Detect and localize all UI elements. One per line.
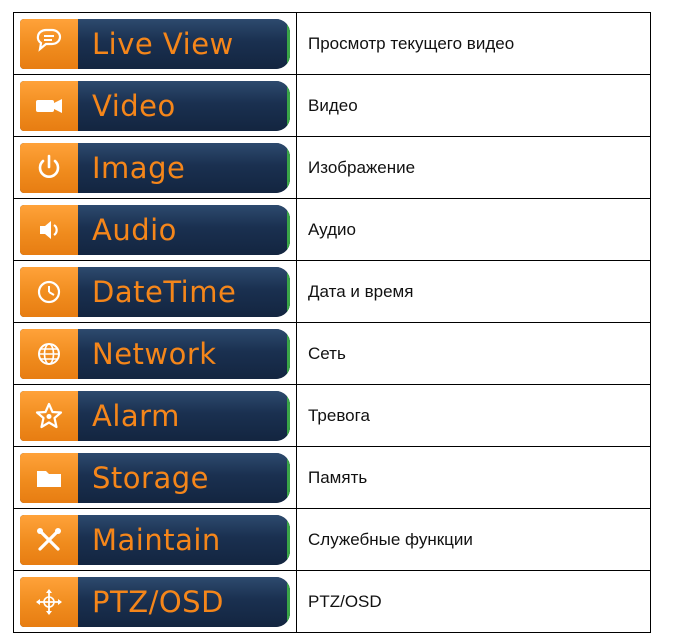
description-cell: Дата и время	[296, 260, 651, 323]
description-cell: Память	[296, 446, 651, 509]
tools-icon	[37, 527, 61, 551]
table-row: Maintain Служебные функции	[13, 508, 651, 571]
network-button[interactable]: Network	[20, 328, 290, 379]
video-button[interactable]: Video	[20, 80, 290, 131]
description-cell: Аудио	[296, 198, 651, 261]
table-row: Image Изображение	[13, 136, 651, 199]
image-button[interactable]: Image	[20, 142, 290, 193]
button-label: Storage	[78, 452, 290, 503]
description-cell: Сеть	[296, 322, 651, 385]
button-label: Maintain	[78, 514, 290, 565]
description-cell: Служебные функции	[296, 508, 651, 571]
chat-bubble-icon	[36, 28, 62, 52]
table-row: Network Сеть	[13, 322, 651, 385]
table-row: PTZ/OSD PTZ/OSD	[13, 570, 651, 633]
table-row: Live View Просмотр текущего видео	[13, 12, 651, 75]
power-icon	[38, 154, 60, 178]
live-view-button[interactable]: Live View	[20, 18, 290, 69]
clock-icon	[37, 280, 61, 303]
button-label: Audio	[78, 204, 290, 255]
description-cell: Тревога	[296, 384, 651, 447]
table-row: DateTime Дата и время	[13, 260, 651, 323]
camera-icon	[36, 98, 62, 113]
button-label: Video	[78, 80, 290, 131]
button-label: Live View	[78, 18, 290, 69]
description-cell: Просмотр текущего видео	[296, 12, 651, 75]
folder-icon	[37, 470, 61, 487]
button-label: Image	[78, 142, 290, 193]
table-row: Video Видео	[13, 74, 651, 137]
description-cell: Видео	[296, 74, 651, 137]
menu-reference-table: Live View Просмотр текущего видео Video	[13, 12, 651, 633]
ptz-arrows-icon	[36, 588, 62, 615]
alarm-button[interactable]: Alarm	[20, 390, 290, 441]
button-label: Network	[78, 328, 290, 379]
maintain-button[interactable]: Maintain	[20, 514, 290, 565]
globe-icon	[38, 342, 60, 365]
audio-button[interactable]: Audio	[20, 204, 290, 255]
button-label: Alarm	[78, 390, 290, 441]
speaker-icon	[40, 220, 58, 239]
storage-button[interactable]: Storage	[20, 452, 290, 503]
button-label: PTZ/OSD	[78, 576, 290, 627]
description-cell: PTZ/OSD	[296, 570, 651, 633]
button-label: DateTime	[78, 266, 290, 317]
star-icon	[35, 402, 63, 428]
description-cell: Изображение	[296, 136, 651, 199]
table-row: Audio Аудио	[13, 198, 651, 261]
table-row: Alarm Тревога	[13, 384, 651, 447]
table-row: Storage Память	[13, 446, 651, 509]
ptz-osd-button[interactable]: PTZ/OSD	[20, 576, 290, 627]
datetime-button[interactable]: DateTime	[20, 266, 290, 317]
